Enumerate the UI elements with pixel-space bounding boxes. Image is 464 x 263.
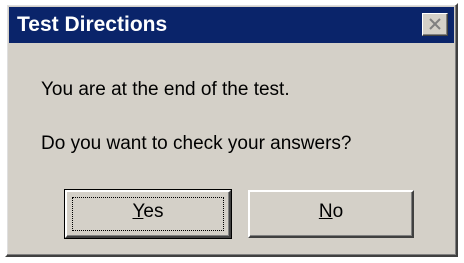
close-icon xyxy=(429,18,441,30)
test-directions-dialog: Test Directions You are at the end of th… xyxy=(5,3,458,257)
no-button[interactable]: No xyxy=(248,190,414,238)
yes-button[interactable]: Yes xyxy=(64,189,232,239)
message-end-of-test: You are at the end of the test. xyxy=(41,79,290,100)
close-button[interactable] xyxy=(422,13,448,36)
yes-label-rest: es xyxy=(143,201,164,222)
yes-button-label: Yes xyxy=(132,201,163,222)
yes-mnemonic: Y xyxy=(132,201,144,222)
title-bar[interactable]: Test Directions xyxy=(9,7,454,43)
no-mnemonic: N xyxy=(318,201,333,222)
message-check-answers: Do you want to check your answers? xyxy=(41,133,352,154)
window-title: Test Directions xyxy=(17,13,168,36)
no-button-label: No xyxy=(319,201,343,222)
no-label-rest: o xyxy=(332,201,344,222)
